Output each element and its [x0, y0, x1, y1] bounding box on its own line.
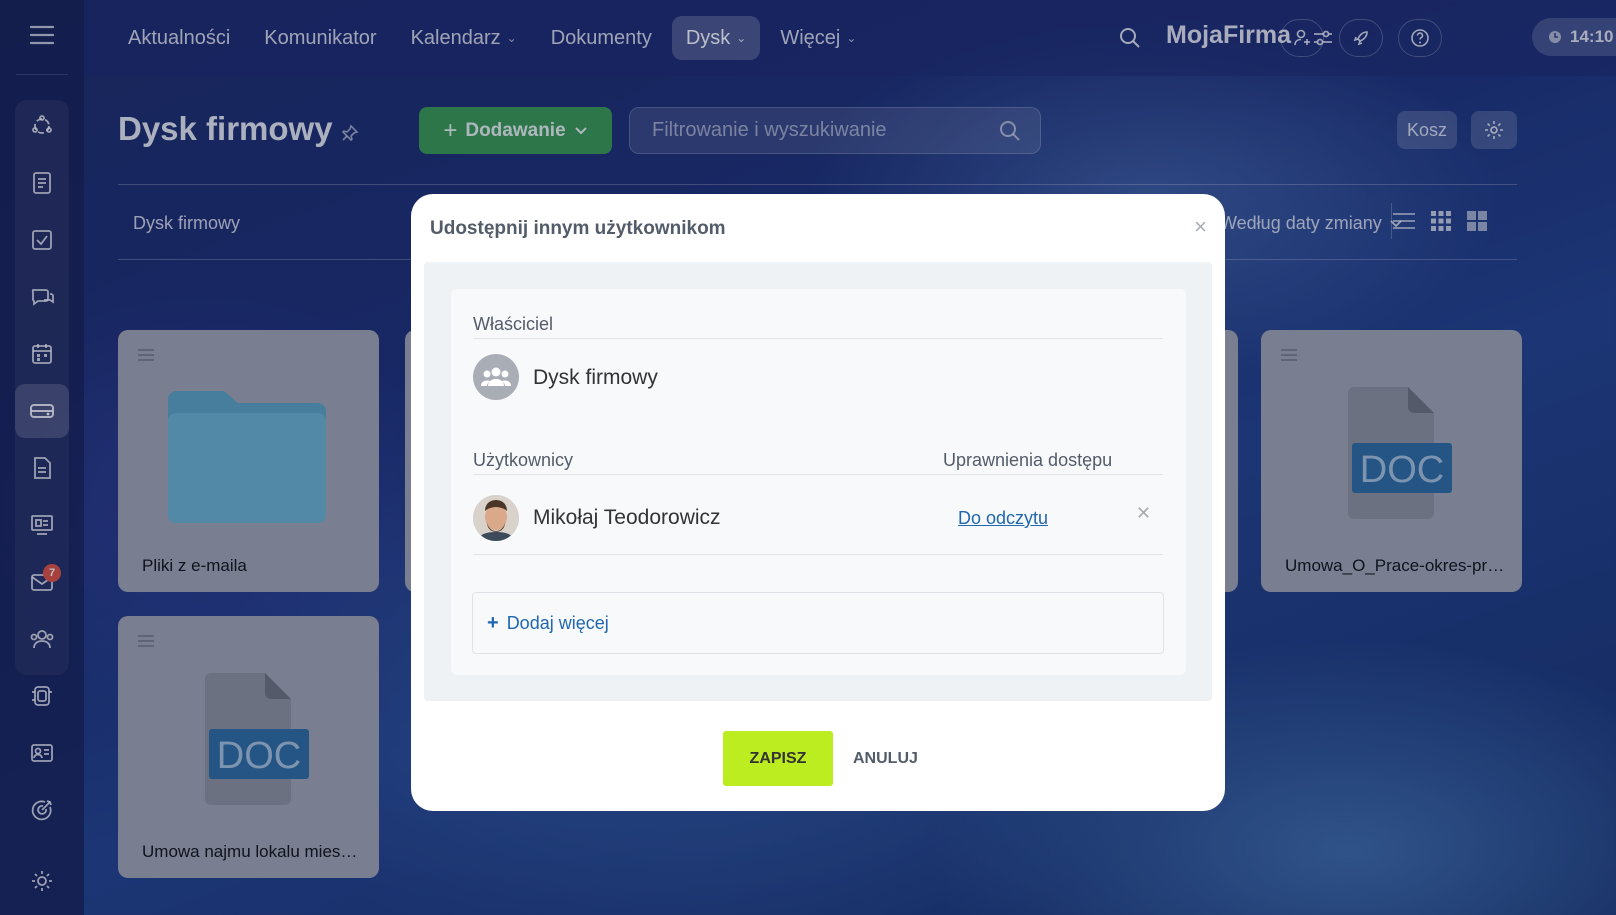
save-button[interactable]: ZAPISZ: [723, 731, 833, 786]
user-photo: [473, 495, 519, 541]
group-icon: [473, 354, 519, 400]
access-level-link[interactable]: Do odczytu: [958, 508, 1048, 529]
owner-label: Właściciel: [473, 314, 554, 334]
cancel-button[interactable]: ANULUJ: [843, 731, 928, 786]
add-more-button[interactable]: + Dodaj więcej: [472, 592, 1164, 654]
access-rights-label: Uprawnienia dostępu: [943, 450, 1113, 470]
close-icon[interactable]: ×: [1194, 214, 1207, 240]
remove-user-icon[interactable]: ✕: [1136, 503, 1151, 524]
user-name: Mikołaj Teodorowicz: [533, 506, 721, 529]
add-more-label: Dodaj więcej: [506, 612, 609, 633]
users-label: Użytkownicy: [473, 450, 574, 470]
dialog-title: Udostępnij innym użytkownikom: [430, 218, 726, 239]
owner-name: Dysk firmowy: [533, 366, 658, 389]
share-dialog: Udostępnij innym użytkownikom × Właścici…: [411, 194, 1225, 811]
plus-icon: +: [487, 611, 499, 634]
